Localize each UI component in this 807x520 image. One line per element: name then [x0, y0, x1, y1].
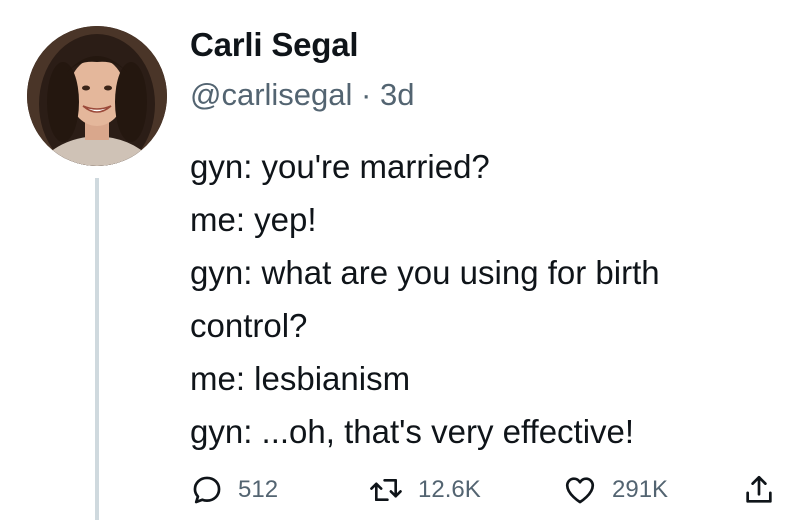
like-count: 291K: [612, 476, 669, 503]
tweet-text-line: control?: [190, 307, 308, 344]
tweet-card: Carli Segal @carlisegal · 3d gyn: you're…: [0, 0, 807, 520]
heart-icon: [562, 473, 598, 507]
tweet-text-line: gyn: ...oh, that's very effective!: [190, 413, 635, 450]
tweet-meta: @carlisegal · 3d: [190, 77, 414, 113]
timestamp[interactable]: 3d: [380, 77, 414, 112]
avatar-image: [27, 26, 167, 166]
retweet-count: 12.6K: [418, 476, 481, 503]
display-name[interactable]: Carli Segal: [190, 26, 359, 64]
tweet-text-line: gyn: what are you using for birth: [190, 254, 660, 291]
share-icon: [742, 472, 776, 508]
reply-icon: [190, 473, 224, 507]
avatar[interactable]: [27, 26, 167, 166]
tweet-actions: 512 12.6K 291K: [190, 470, 790, 510]
tweet-text-line: me: lesbianism: [190, 360, 411, 397]
tweet-text: gyn: you're married? me: yep! gyn: what …: [190, 140, 790, 458]
thread-line: [95, 178, 99, 520]
reply-button[interactable]: 512: [190, 470, 278, 510]
tweet-text-line: me: yep!: [190, 201, 317, 238]
tweet-text-line: gyn: you're married?: [190, 148, 490, 185]
retweet-button[interactable]: 12.6K: [368, 470, 481, 510]
handle[interactable]: @carlisegal: [190, 77, 352, 112]
retweet-icon: [368, 473, 404, 507]
share-button[interactable]: [742, 470, 776, 510]
like-button[interactable]: 291K: [562, 470, 668, 510]
reply-count: 512: [238, 476, 279, 503]
meta-separator: ·: [361, 77, 372, 112]
